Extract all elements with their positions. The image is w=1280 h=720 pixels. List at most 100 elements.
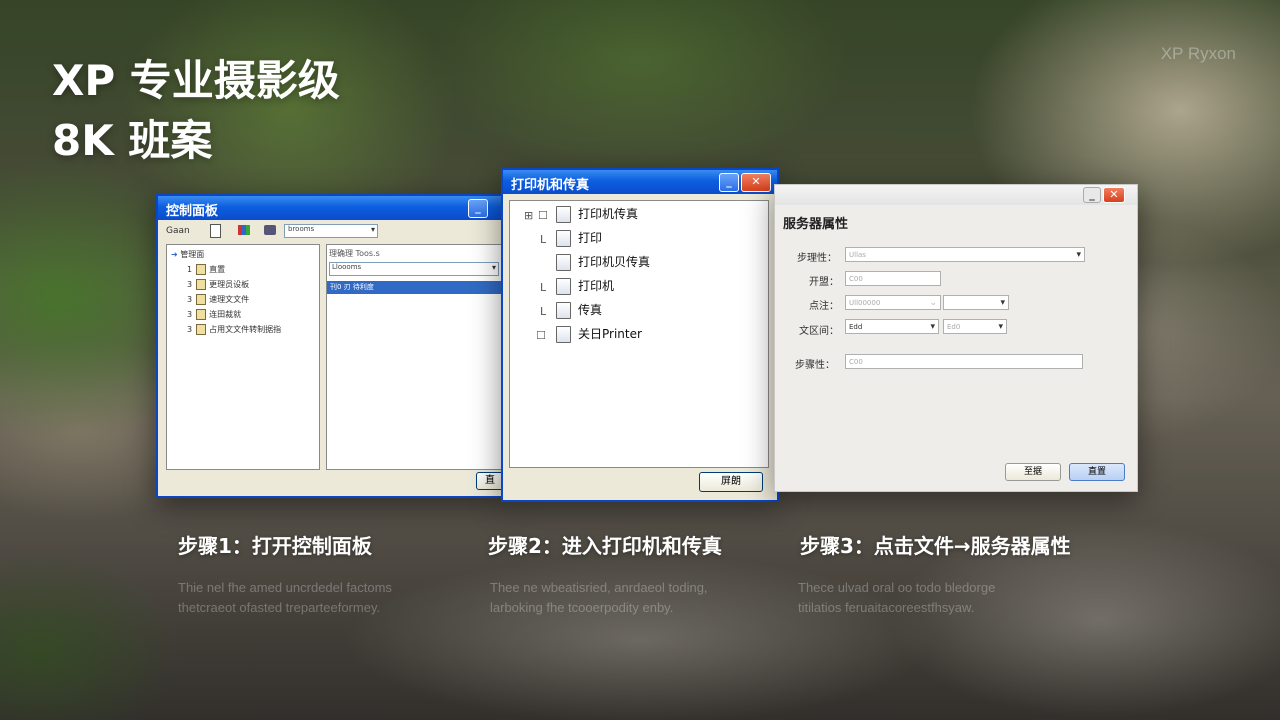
step-2-desc-line1: Thee ne wbeatisried, anrdaeol toding, (490, 580, 708, 595)
folder-icon (196, 294, 207, 305)
printers-list[interactable]: ⊞ ☐ 打印机传真 L 打印 打印机贝传真 L 打印机 L 传真 ☐ 关日Pri… (509, 200, 769, 468)
field-value: Ed0 (947, 323, 961, 331)
field-value: Ull00000 (849, 299, 881, 307)
address-combo-value: brooms (288, 225, 315, 233)
tree-item[interactable]: 1 直置 (187, 264, 225, 275)
step-2-title: 步骤2：进入打印机和传真 (488, 534, 722, 558)
tree-item[interactable]: 3 占用文文件转制据指 (187, 324, 281, 335)
step-3-desc-line2: titilatios feruaitacoreestfhsyaw. (798, 600, 975, 615)
folder-icon (196, 279, 207, 290)
printer-row-label: 关日Printer (578, 327, 642, 341)
select-field-5[interactable]: Edd ▾ (845, 319, 939, 334)
tree-item-label: 更理员设板 (209, 280, 250, 289)
printers-window[interactable]: 打印机和传真 _ ✕ ⊞ ☐ 打印机传真 L 打印 打印机贝传真 L 打印机 L… (501, 168, 779, 502)
chevron-down-icon: ⌄ (929, 298, 937, 308)
minimize-button[interactable]: _ (1083, 187, 1101, 203)
field-value: C00 (849, 275, 863, 283)
step-3-desc-line1: Thece ulvad oral oo todo bledorge (798, 580, 996, 595)
close-button[interactable]: ✕ (1103, 187, 1125, 203)
background-photo: XP 专业摄影级 8K 班案 XP Ryxon 控制面板 _ Gaan broo… (0, 0, 1280, 720)
chevron-down-icon: ▾ (370, 225, 375, 234)
field-value: C00 (849, 358, 863, 366)
printer-row[interactable]: 打印机 (556, 277, 614, 295)
printer-row-label: 打印机传真 (578, 207, 639, 221)
printers-titlebar[interactable]: 打印机和传真 _ ✕ (503, 170, 777, 194)
form-label: 点注： (809, 301, 839, 312)
headline-line2: 8K 班案 (52, 116, 213, 165)
field-value: Edd (849, 323, 863, 331)
tree-item-label: 速理文文件 (209, 295, 250, 304)
headline-line1: XP 专业摄影级 (52, 56, 340, 105)
text-field-2[interactable]: C00 (845, 271, 941, 286)
step-3-title: 步骤3：点击文件→服务器属性 (800, 534, 1071, 558)
tree-item[interactable]: 3 速理文文件 (187, 294, 249, 305)
tree-item[interactable]: ➜ 管理面 (171, 249, 204, 260)
tools-icon[interactable] (264, 225, 276, 235)
minimize-button[interactable]: _ (468, 199, 488, 218)
chevron-down-icon: ▾ (1000, 298, 1005, 308)
chevron-down-icon: ▾ (1076, 250, 1081, 260)
printer-icon (556, 278, 571, 295)
folder-icon (196, 324, 207, 335)
tree-line-icon: L (540, 233, 547, 246)
form-label: 文区间： (799, 326, 839, 337)
printer-row-label: 打印机 (578, 279, 615, 293)
printer-icon (556, 206, 571, 223)
printer-row[interactable]: 关日Printer (556, 325, 642, 343)
step-2-desc-line2: larboking fhe tcooerpodity enby. (490, 600, 674, 615)
tree-pane[interactable]: ➜ 管理面 1 直置 3 更理员设板 3 速理文文件 3 连田裁就 3 占用文文件转制据指 (166, 244, 320, 470)
checkbox-icon[interactable]: ☐ (536, 329, 546, 342)
printer-icon (556, 326, 571, 343)
text-field-7[interactable]: C00 (845, 354, 1083, 369)
list-item-label: 刊0 刃 待利度 (330, 283, 374, 291)
control-panel-window[interactable]: 控制面板 _ Gaan brooms ▾ ➜ 管理面 1直置 3更理员设板 (156, 194, 508, 498)
tree-item[interactable]: 3 连田裁就 (187, 309, 241, 320)
select-field-1[interactable]: Ullas ▾ (845, 247, 1085, 262)
minimize-button[interactable]: _ (719, 173, 739, 192)
back-button[interactable]: Gaan (166, 226, 190, 236)
checkbox-icon[interactable]: ☐ (538, 209, 548, 222)
server-properties-heading: 服务器属性 (783, 217, 849, 232)
form-label: 开盟： (809, 277, 839, 288)
ok-button[interactable]: 直置 (1069, 463, 1125, 481)
control-panel-titlebar[interactable]: 控制面板 _ (158, 196, 506, 220)
printer-row[interactable]: 打印机传真 (556, 205, 638, 223)
arrow-icon: ➜ (171, 250, 178, 259)
printer-row[interactable]: 传真 (556, 301, 602, 319)
server-properties-titlebar[interactable]: _ ✕ (775, 185, 1137, 205)
list-header: 理确理 Toos.s (329, 249, 380, 258)
filter-combo[interactable]: Lloooms ▾ (329, 262, 499, 276)
list-item-selected[interactable]: 刊0 刃 待利度 (327, 281, 501, 294)
select-field-6[interactable]: Ed0 ▾ (943, 319, 1007, 334)
filter-combo-value: Lloooms (332, 263, 362, 271)
cancel-button[interactable]: 至据 (1005, 463, 1061, 481)
page-icon[interactable] (210, 224, 221, 238)
tree-item-label: 管理面 (180, 250, 205, 259)
select-field-3[interactable]: Ull00000 ⌄ (845, 295, 941, 310)
field-value: Ullas (849, 251, 866, 259)
window2-button[interactable]: 屏朗 (699, 472, 763, 492)
window1-button[interactable]: 直 (476, 472, 504, 490)
select-field-4[interactable]: ▾ (943, 295, 1009, 310)
chart-icon[interactable] (238, 225, 250, 235)
printer-icon (556, 254, 571, 271)
form-label: 步骤性： (795, 360, 835, 371)
printer-icon (556, 230, 571, 247)
list-pane[interactable]: 理确理 Toos.s Lloooms ▾ 刊0 刃 待利度 (326, 244, 502, 470)
printer-row[interactable]: 打印 (556, 229, 602, 247)
printers-title: 打印机和传真 (511, 178, 590, 193)
address-combo[interactable]: brooms ▾ (284, 224, 378, 238)
tree-item[interactable]: 3 更理员设板 (187, 279, 249, 290)
form-label: 步理性： (797, 253, 837, 264)
tree-item-label: 连田裁就 (209, 310, 242, 319)
step-1-desc-line1: Thie nel fhe amed uncrdedel factoms (178, 580, 392, 595)
chevron-down-icon: ▾ (930, 322, 935, 332)
printer-row[interactable]: 打印机贝传真 (556, 253, 650, 271)
step-1-desc-line2: thetcraeot ofasted treparteeformey. (178, 600, 381, 615)
server-properties-window[interactable]: _ ✕ 服务器属性 步理性： Ullas ▾ 开盟： C00 点注： Ull000… (774, 184, 1138, 492)
printer-row-label: 打印 (578, 231, 603, 245)
tree-item-label: 占用文文件转制据指 (209, 325, 282, 334)
expand-icon: ⊞ (524, 209, 534, 222)
chevron-down-icon: ▾ (491, 263, 496, 272)
close-button[interactable]: ✕ (741, 173, 771, 192)
